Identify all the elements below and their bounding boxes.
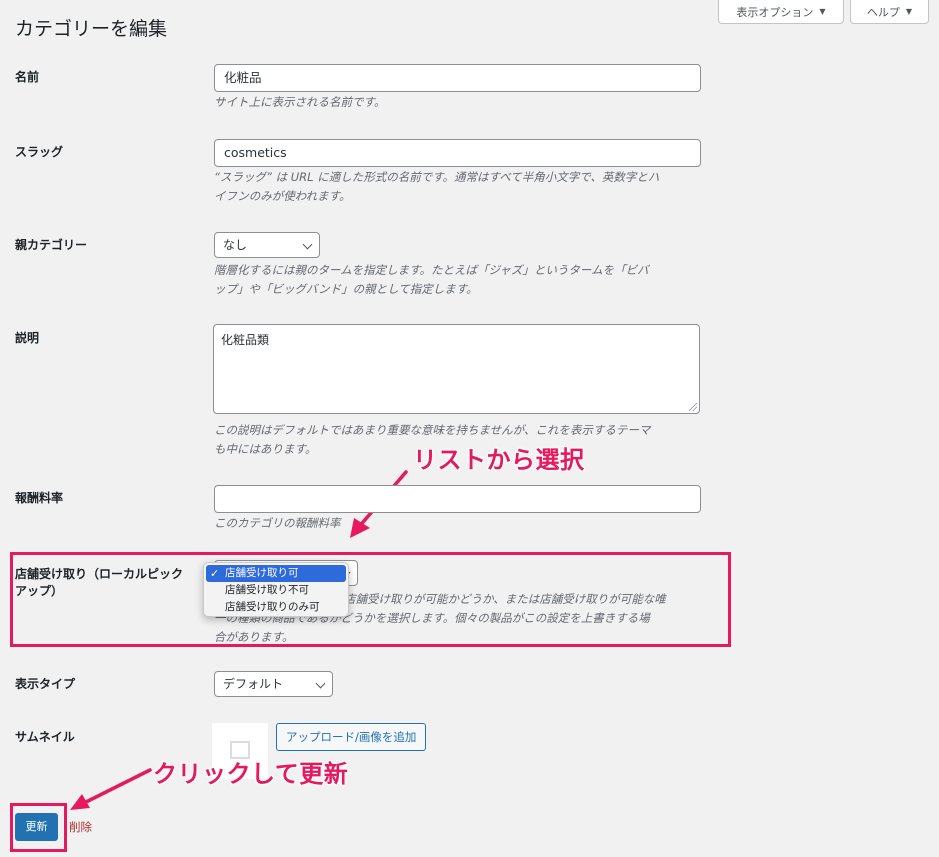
pickup-option[interactable]: 店舗受け取りのみ可 bbox=[204, 599, 348, 616]
resize-grip-icon[interactable] bbox=[689, 403, 697, 411]
name-label: 名前 bbox=[15, 70, 40, 84]
display-type-select[interactable]: デフォルト bbox=[214, 671, 333, 697]
pickup-label: 店舗受け取り（ローカルピック アップ） bbox=[15, 566, 205, 600]
screen-options-button[interactable]: 表示オプション ▼ bbox=[718, 0, 844, 24]
pickup-label-line: アップ） bbox=[15, 584, 64, 598]
description-label: 説明 bbox=[15, 331, 40, 345]
caret-down-icon: ▼ bbox=[905, 7, 913, 16]
annotation-select-from-list: リストから選択 bbox=[413, 446, 585, 474]
help-button[interactable]: ヘルプ ▼ bbox=[850, 0, 929, 24]
update-button[interactable]: 更新 bbox=[15, 813, 58, 841]
parent-category-description: 階層化するには親のタームを指定します。たとえば「ジャズ」というタームを「ビバ ッ… bbox=[214, 261, 702, 299]
pickup-option-label: 店舗受け取り不可 bbox=[225, 584, 309, 596]
chevron-down-icon bbox=[302, 239, 313, 250]
description-help-line: この説明はデフォルトではあまり重要な意味を持ちませんが、これを表示するテーマ bbox=[214, 423, 651, 437]
display-type-label: 表示タイプ bbox=[15, 677, 76, 691]
annotation-click-to-update: クリックして更新 bbox=[153, 760, 349, 788]
page-title: カテゴリーを編集 bbox=[15, 18, 168, 40]
pickup-description-line: 合があります。 bbox=[214, 630, 294, 644]
pickup-label-line: 店舗受け取り（ローカルピック bbox=[15, 567, 184, 581]
pickup-option-label: 店舗受け取りのみ可 bbox=[225, 601, 320, 613]
parent-category-label: 親カテゴリー bbox=[15, 238, 88, 252]
caret-down-icon: ▼ bbox=[819, 7, 826, 16]
name-description: サイト上に表示される名前です。 bbox=[214, 95, 386, 109]
pickup-option-label: 店舗受け取り可 bbox=[225, 567, 299, 579]
parent-description-line: 階層化するには親のタームを指定します。たとえば「ジャズ」というタームを「ビバ bbox=[214, 263, 649, 277]
pickup-option[interactable]: ✓ 店舗受け取り可 bbox=[206, 565, 346, 582]
description-value: 化粧品類 bbox=[221, 333, 270, 347]
chevron-down-icon bbox=[315, 678, 326, 689]
slug-input[interactable]: cosmetics bbox=[214, 139, 701, 167]
commission-input[interactable] bbox=[214, 485, 701, 513]
commission-description: このカテゴリの報酬料率 bbox=[214, 516, 341, 530]
checkmark-icon: ✓ bbox=[210, 567, 220, 580]
pickup-dropdown-list[interactable]: ✓ 店舗受け取り可 店舗受け取り不可 店舗受け取りのみ可 bbox=[203, 562, 349, 617]
slug-description-line: イフンのみが使われます。 bbox=[214, 189, 351, 203]
pickup-option[interactable]: 店舗受け取り不可 bbox=[204, 582, 348, 599]
screen-options-label: 表示オプション bbox=[736, 5, 814, 19]
parent-category-select[interactable]: なし bbox=[214, 232, 320, 258]
description-textarea[interactable]: 化粧品類 bbox=[213, 324, 700, 414]
upload-image-button[interactable]: アップロード/画像を追加 bbox=[276, 723, 427, 751]
annotation-arrow-icon bbox=[70, 768, 152, 810]
slug-description: “スラッグ” は URL に適した形式の名前です。通常はすべて半角小文字で、英数… bbox=[214, 168, 702, 206]
name-input[interactable]: 化粧品 bbox=[214, 64, 701, 92]
slug-description-line: “スラッグ” は URL に適した形式の名前です。通常はすべて半角小文字で、英数… bbox=[214, 170, 660, 184]
parent-category-selected: なし bbox=[223, 238, 248, 252]
help-label: ヘルプ bbox=[866, 5, 900, 19]
commission-label: 報酬料率 bbox=[15, 491, 64, 505]
display-type-selected: デフォルト bbox=[223, 677, 284, 691]
slug-label: スラッグ bbox=[15, 145, 64, 159]
parent-description-line: ップ」や「ビッグバンド」の親として指定します。 bbox=[214, 282, 478, 296]
thumbnail-label: サムネイル bbox=[15, 730, 75, 744]
delete-link[interactable]: 削除 bbox=[69, 819, 92, 835]
